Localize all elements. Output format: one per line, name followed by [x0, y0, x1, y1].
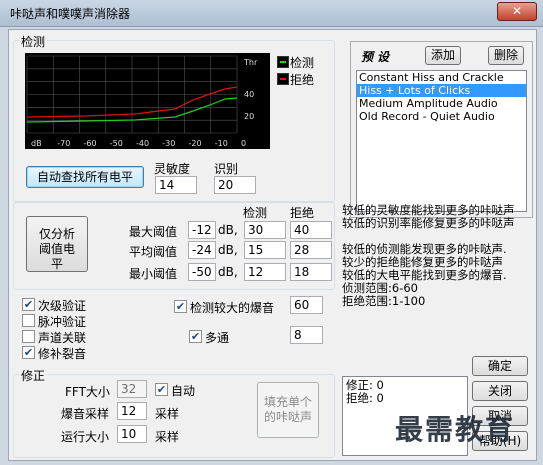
find-all-levels-button[interactable]: 自动查找所有电平	[26, 166, 144, 188]
ok-button[interactable]: 确定	[472, 356, 528, 376]
max-threshold-unit: dB,	[218, 223, 238, 237]
reject-column-header: 拒绝	[290, 206, 315, 220]
x-tick-label: -40	[136, 139, 149, 148]
min-threshold-label: 最小阈值	[129, 267, 178, 281]
fft-auto-checkbox[interactable]	[155, 383, 168, 396]
analyze-threshold-label: 仅分析阈值电平	[38, 227, 75, 271]
link-channels-checkbox[interactable]	[22, 330, 35, 343]
x-tick-label: -50	[110, 139, 123, 148]
x-tick-label: dB	[31, 139, 42, 148]
multi-pass-label: 多通	[205, 331, 230, 345]
window-title: 咔哒声和噗噗声消除器	[10, 7, 131, 21]
repair-crackle-label: 修补裂音	[38, 347, 87, 361]
multi-pass-checkbox[interactable]	[189, 330, 202, 343]
preset-item[interactable]: Medium Amplitude Audio	[357, 97, 526, 110]
analyze-threshold-button[interactable]: 仅分析阈值电平	[26, 216, 88, 272]
presets-title: 预设	[361, 50, 394, 64]
x-tick-label: -30	[162, 139, 175, 148]
add-preset-button[interactable]: 添加	[425, 46, 461, 65]
fill-single-click-button[interactable]: 填充单个的咔哒声	[257, 382, 319, 438]
reject-legend-label: 拒绝	[290, 73, 315, 87]
max-threshold-detect-input[interactable]: 30	[244, 221, 286, 239]
presets-list: Constant Hiss and Crackle Hiss + Lots of …	[356, 70, 527, 212]
x-tick-label: -10	[215, 139, 228, 148]
run-size-label: 运行大小	[61, 430, 110, 444]
pop-oversample-unit: 采样	[155, 407, 180, 421]
sensitivity-input[interactable]: 14	[155, 176, 197, 194]
min-threshold-detect-input[interactable]: 12	[244, 263, 286, 281]
preset-item[interactable]: Hiss + Lots of Clicks	[357, 84, 526, 97]
fft-size-label: FFT大小	[65, 385, 110, 399]
dialog-client: 检测 dB -70 -60 -50 -40 -30 -20 -10 0 Thr 40 20 检测 拒绝…	[8, 29, 537, 461]
link-channels-label: 声道关联	[38, 331, 87, 345]
pop-oversample-label: 爆音采样	[61, 407, 110, 421]
pulse-train-label: 脉冲验证	[38, 315, 87, 329]
avg-threshold-reject-input[interactable]: 28	[290, 241, 332, 259]
avg-threshold-label: 平均阈值	[129, 245, 178, 259]
second-level-checkbox[interactable]	[22, 298, 35, 311]
detect-legend-label: 检测	[290, 56, 315, 70]
fft-auto-label: 自动	[171, 384, 196, 398]
delete-preset-button[interactable]: 删除	[488, 46, 524, 65]
detect-big-pops-checkbox[interactable]	[174, 300, 187, 313]
avg-threshold-unit: dB,	[218, 243, 238, 257]
min-threshold-unit: dB,	[218, 265, 238, 279]
avg-threshold-detect-input[interactable]: 15	[244, 241, 286, 259]
second-level-label: 次级验证	[38, 299, 87, 313]
fft-size-input[interactable]: 32	[117, 380, 147, 398]
fill-single-click-label: 填充单个的咔哒声	[263, 395, 312, 424]
max-threshold-db-input[interactable]: -12	[188, 221, 216, 239]
status-rejected: 拒绝: 0	[346, 391, 384, 405]
y-tick-label: 40	[244, 90, 254, 99]
big-pops-input[interactable]: 60	[290, 296, 323, 314]
detect-column-header: 检测	[243, 206, 268, 220]
min-threshold-db-input[interactable]: -50	[188, 263, 216, 281]
help-reject-range: 拒绝范围:1-100	[342, 294, 426, 308]
preset-item[interactable]: Constant Hiss and Crackle	[357, 71, 526, 84]
avg-threshold-db-input[interactable]: -24	[188, 241, 216, 259]
detect-big-pops-label: 检测较大的爆音	[190, 301, 275, 315]
run-size-unit: 采样	[155, 430, 180, 444]
presets-panel: 预设 添加 删除 Constant Hiss and Crackle Hiss +…	[350, 41, 533, 218]
multi-pass-input[interactable]: 8	[290, 326, 323, 344]
pop-oversample-input[interactable]: 12	[117, 402, 147, 420]
max-threshold-label: 最大阈值	[129, 225, 178, 239]
threshold-graph: dB -70 -60 -50 -40 -30 -20 -10 0 Thr 40 20	[25, 53, 270, 149]
detection-group-label: 检测	[19, 33, 48, 50]
y-tick-label: 20	[244, 112, 254, 121]
watermark-text: 最需教育	[395, 413, 516, 446]
threshold-graph-svg: dB -70 -60 -50 -40 -30 -20 -10 0 Thr 40 20	[26, 55, 258, 148]
discrimination-input[interactable]: 20	[214, 176, 256, 194]
close-button[interactable]: ✕	[497, 2, 537, 21]
min-threshold-reject-input[interactable]: 18	[290, 263, 332, 281]
thr-axis-label: Thr	[243, 58, 258, 67]
correction-group-label: 修正	[19, 367, 48, 384]
reject-legend-swatch	[277, 73, 289, 85]
x-tick-label: -60	[84, 139, 97, 148]
x-tick-label: 0	[241, 139, 246, 148]
sensitivity-label: 灵敏度	[154, 162, 191, 176]
max-threshold-reject-input[interactable]: 40	[290, 221, 332, 239]
x-tick-label: -70	[57, 139, 70, 148]
repair-crackle-checkbox[interactable]	[22, 346, 35, 359]
detect-legend-swatch	[277, 56, 289, 68]
pulse-train-checkbox[interactable]	[22, 314, 35, 327]
help-discrimination: 较低的识别率能修复更多的咔哒声	[342, 216, 515, 230]
x-tick-label: -20	[189, 139, 202, 148]
discrimination-label: 识别	[214, 162, 239, 176]
preset-item[interactable]: Old Record - Quiet Audio	[357, 110, 526, 123]
close-dialog-button[interactable]: 关闭	[472, 381, 528, 401]
run-size-input[interactable]: 10	[117, 425, 147, 443]
